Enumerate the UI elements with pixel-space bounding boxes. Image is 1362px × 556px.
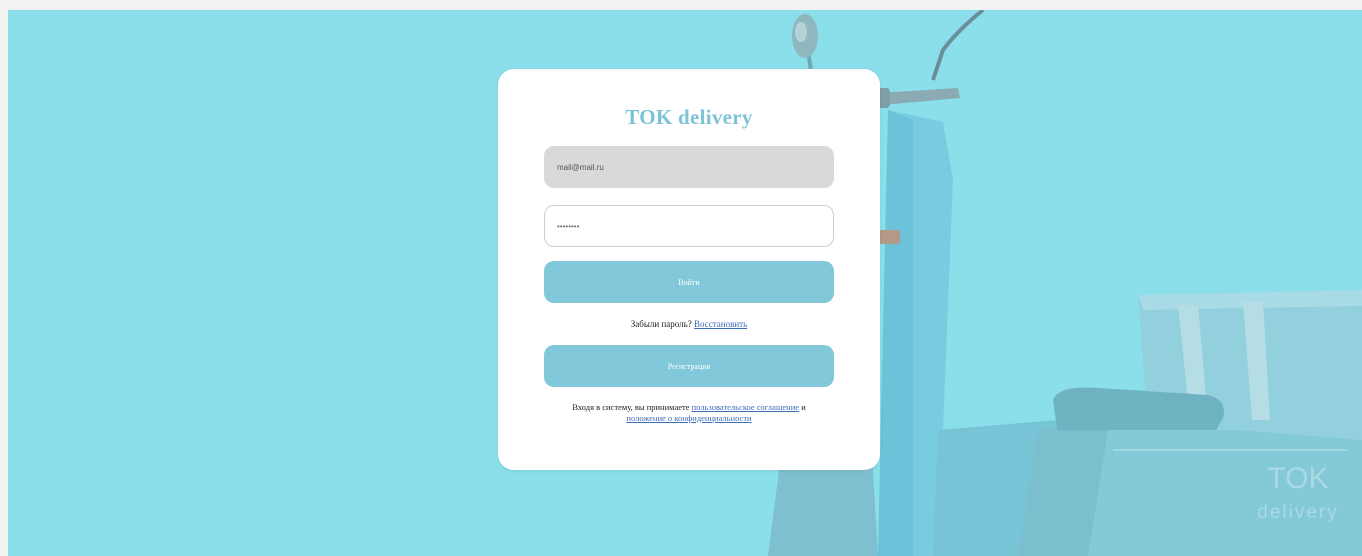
terms-notice: Входя в систему, вы принимаете пользоват… <box>558 402 820 424</box>
terms-and-text: и <box>801 402 806 412</box>
password-input[interactable] <box>544 205 834 247</box>
login-card: TOK delivery Войти Забыли пароль? Восста… <box>498 69 880 470</box>
watermark-delivery: delivery <box>1257 502 1338 523</box>
watermark-tok: TOK <box>1267 462 1328 495</box>
privacy-policy-link[interactable]: положение о конфиденциальности <box>626 413 751 423</box>
user-agreement-link[interactable]: пользовательское соглашение <box>692 402 799 412</box>
login-page: TOK delivery TOK delivery Войти Забыли п… <box>8 10 1362 556</box>
forgot-password-row: Забыли пароль? Восстановить <box>498 319 880 329</box>
email-input[interactable] <box>544 146 834 188</box>
forgot-password-text: Забыли пароль? <box>630 319 692 329</box>
restore-password-link[interactable]: Восстановить <box>694 319 747 329</box>
login-button[interactable]: Войти <box>544 261 834 303</box>
terms-prefix-text: Входя в систему, вы принимаете <box>572 402 690 412</box>
register-button[interactable]: Регистрация <box>544 345 834 387</box>
brand-title: TOK delivery <box>625 105 753 129</box>
